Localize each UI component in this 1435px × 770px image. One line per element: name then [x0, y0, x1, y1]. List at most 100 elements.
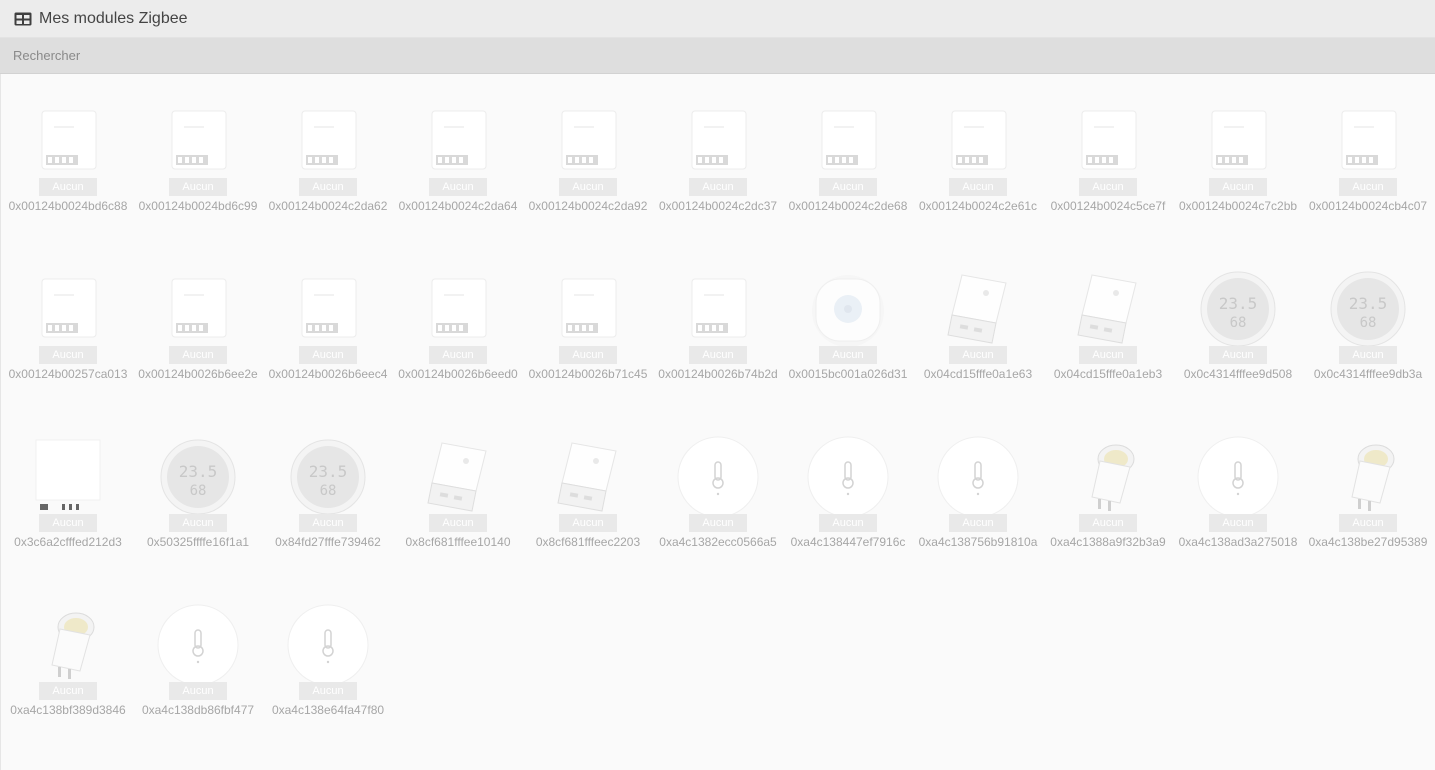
- relay-module-icon: [545, 98, 631, 184]
- temperature-sensor-icon: [675, 434, 761, 520]
- search-input[interactable]: [0, 38, 1435, 73]
- device-tile[interactable]: Aucun 0x00124b0026b6eed0: [393, 266, 523, 434]
- svg-text:68: 68: [1360, 315, 1377, 331]
- device-tile[interactable]: Aucun 0x00124b00257ca013: [3, 266, 133, 434]
- room-badge: Aucun: [1079, 178, 1137, 196]
- device-name: 0x00124b0026b6eec4: [268, 367, 388, 381]
- room-badge: Aucun: [689, 178, 747, 196]
- relay-module-icon: [25, 98, 111, 184]
- device-tile[interactable]: Aucun 0x00124b0024bd6c88: [3, 98, 133, 266]
- device-tile[interactable]: Aucun 0x8cf681fffee10140: [393, 434, 523, 602]
- device-tile[interactable]: Aucun 0xa4c1388a9f32b3a9: [1043, 434, 1173, 602]
- device-name: 0xa4c138bf389d3846: [10, 703, 126, 717]
- relay-module-icon: [545, 266, 631, 352]
- svg-text:68: 68: [190, 483, 207, 499]
- device-tile[interactable]: Aucun 0x00124b0026b74b2d: [653, 266, 783, 434]
- device-name: 0x3c6a2cfffed212d3: [14, 535, 122, 549]
- device-tile[interactable]: Aucun 0x00124b0024c2da62: [263, 98, 393, 266]
- device-tile[interactable]: Aucun 0x00124b0024bd6c99: [133, 98, 263, 266]
- room-badge: Aucun: [169, 514, 227, 532]
- smart-plug-icon: [1065, 434, 1151, 520]
- device-name: 0xa4c138447ef7916c: [790, 535, 906, 549]
- device-tile[interactable]: Aucun 0x04cd15fffe0a1e63: [913, 266, 1043, 434]
- device-tile[interactable]: Aucun 0x00124b0024cb4c07: [1303, 98, 1433, 266]
- lcd-thermometer-icon: 23.5 68: [1325, 266, 1411, 352]
- smart-plug-icon: [1325, 434, 1411, 520]
- device-name: 0x8cf681fffee10140: [405, 535, 511, 549]
- device-name: 0x00124b0024bd6c99: [138, 199, 258, 213]
- device-tile[interactable]: 23.5 68 Aucun 0x84fd27fffe739462: [263, 434, 393, 602]
- device-tile[interactable]: Aucun 0x00124b0024c2e61c: [913, 98, 1043, 266]
- device-tile[interactable]: Aucun 0x00124b0024c2da92: [523, 98, 653, 266]
- room-badge: Aucun: [1079, 346, 1137, 364]
- device-name: 0x00124b0026b6eed0: [398, 367, 518, 381]
- usb-dongle-icon: [415, 434, 501, 520]
- room-badge: Aucun: [1209, 514, 1267, 532]
- device-tile[interactable]: 23.5 68 Aucun 0x0c4314fffee9db3a: [1303, 266, 1433, 434]
- device-name: 0x04cd15fffe0a1eb3: [1053, 367, 1163, 381]
- room-badge: Aucun: [689, 346, 747, 364]
- search-bar: [0, 38, 1435, 74]
- relay-module-icon: [285, 266, 371, 352]
- device-tile[interactable]: Aucun 0x00124b0024c2dc37: [653, 98, 783, 266]
- device-tile[interactable]: 23.5 68 Aucun 0x0c4314fffee9d508: [1173, 266, 1303, 434]
- device-name: 0x00124b0024bd6c88: [8, 199, 128, 213]
- device-name: 0x00124b0026b6ee2e: [138, 367, 258, 381]
- device-tile[interactable]: Aucun 0xa4c138be27d95389: [1303, 434, 1433, 602]
- room-badge: Aucun: [429, 514, 487, 532]
- device-tile[interactable]: Aucun 0x00124b0026b71c45: [523, 266, 653, 434]
- device-tile[interactable]: Aucun 0x8cf681fffeec2203: [523, 434, 653, 602]
- device-tile[interactable]: Aucun 0x00124b0024c2da64: [393, 98, 523, 266]
- device-tile[interactable]: Aucun 0xa4c138bf389d3846: [3, 602, 133, 770]
- lcd-thermometer-icon: 23.5 68: [155, 434, 241, 520]
- svg-text:23.5: 23.5: [1219, 294, 1258, 313]
- device-tile[interactable]: Aucun 0x00124b0026b6eec4: [263, 266, 393, 434]
- lcd-thermometer-icon: 23.5 68: [1195, 266, 1281, 352]
- svg-text:68: 68: [320, 483, 337, 499]
- device-tile[interactable]: Aucun 0xa4c138756b91810a: [913, 434, 1043, 602]
- device-name: 0x00124b0024cb4c07: [1308, 199, 1428, 213]
- device-tile[interactable]: Aucun 0xa4c138ad3a275018: [1173, 434, 1303, 602]
- svg-text:23.5: 23.5: [1349, 294, 1388, 313]
- device-name: 0x84fd27fffe739462: [275, 535, 381, 549]
- device-tile[interactable]: Aucun 0x00124b0024c7c2bb: [1173, 98, 1303, 266]
- device-tile[interactable]: Aucun 0x0015bc001a026d31: [783, 266, 913, 434]
- device-name: 0x0015bc001a026d31: [788, 367, 908, 381]
- device-name: 0xa4c138756b91810a: [918, 535, 1038, 549]
- device-tile[interactable]: Aucun 0xa4c138db86fbf477: [133, 602, 263, 770]
- room-badge: Aucun: [169, 682, 227, 700]
- relay-module-icon: [1325, 98, 1411, 184]
- relay-module-icon: [25, 266, 111, 352]
- temperature-sensor-icon: [155, 602, 241, 688]
- room-badge: Aucun: [1209, 346, 1267, 364]
- device-tile[interactable]: Aucun 0x04cd15fffe0a1eb3: [1043, 266, 1173, 434]
- room-badge: Aucun: [949, 514, 1007, 532]
- device-tile[interactable]: Aucun 0x00124b0024c2de68: [783, 98, 913, 266]
- device-name: 0x00124b0024c2dc37: [658, 199, 778, 213]
- temperature-sensor-icon: [805, 434, 891, 520]
- relay-module-icon: [1195, 98, 1281, 184]
- device-name: 0x00124b00257ca013: [8, 367, 128, 381]
- table-icon: [14, 12, 32, 26]
- room-badge: Aucun: [819, 346, 877, 364]
- page-header: Mes modules Zigbee: [0, 0, 1435, 38]
- device-tile[interactable]: Aucun 0x00124b0026b6ee2e: [133, 266, 263, 434]
- room-badge: Aucun: [949, 178, 1007, 196]
- relay-module-icon: [675, 98, 761, 184]
- room-badge: Aucun: [39, 346, 97, 364]
- device-tile[interactable]: Aucun 0x00124b0024c5ce7f: [1043, 98, 1173, 266]
- room-badge: Aucun: [169, 178, 227, 196]
- relay-module-icon: [1065, 98, 1151, 184]
- device-name: 0x00124b0024c2da92: [528, 199, 648, 213]
- device-name: 0x8cf681fffeec2203: [535, 535, 641, 549]
- usb-dongle-icon: [545, 434, 631, 520]
- room-badge: Aucun: [1339, 178, 1397, 196]
- device-tile[interactable]: Aucun 0xa4c1382ecc0566a5: [653, 434, 783, 602]
- relay-module-icon: [415, 266, 501, 352]
- device-tile[interactable]: 23.5 68 Aucun 0x50325ffffe16f1a1: [133, 434, 263, 602]
- device-tile[interactable]: Aucun 0xa4c138447ef7916c: [783, 434, 913, 602]
- room-badge: Aucun: [39, 514, 97, 532]
- device-tile[interactable]: Aucun 0x3c6a2cfffed212d3: [3, 434, 133, 602]
- page-title: Mes modules Zigbee: [39, 9, 188, 27]
- device-tile[interactable]: Aucun 0xa4c138e64fa47f80: [263, 602, 393, 770]
